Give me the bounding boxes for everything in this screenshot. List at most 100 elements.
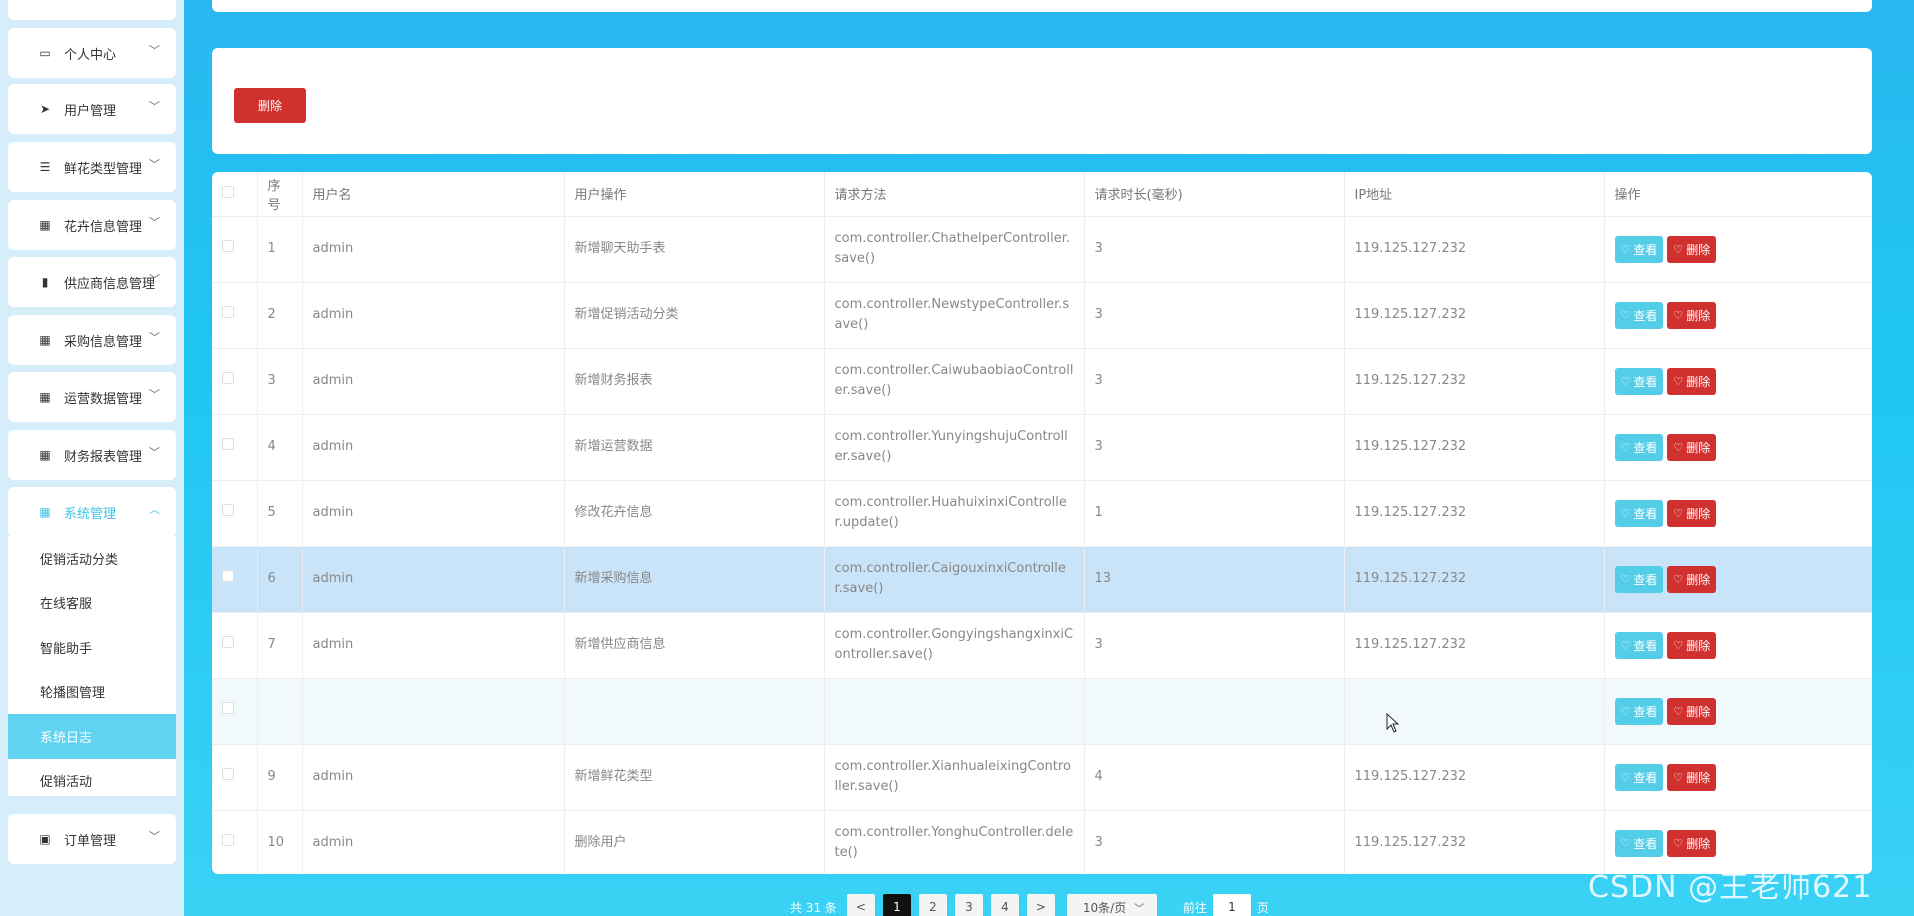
view-button[interactable]: ♡ 查看 (1614, 829, 1664, 857)
view-button[interactable]: ♡ 查看 (1614, 763, 1664, 791)
select-all-cell[interactable] (212, 172, 258, 217)
view-button[interactable]: ♡ 查看 (1614, 367, 1664, 395)
table-row[interactable]: 1 admin 新增聊天助手表 com.controller.ChathelperCo… (212, 216, 1872, 283)
page-button-1[interactable]: 1 (882, 894, 911, 916)
row-checkbox[interactable] (222, 372, 234, 384)
menu-item-system-management[interactable]: ▦ 系统管理 ︿ (8, 487, 176, 537)
cell-no: 3 (257, 348, 303, 415)
menu-item-order-management[interactable]: ▣ 订单管理 ﹀ (8, 814, 176, 864)
row-select-cell[interactable] (212, 348, 258, 415)
table-row[interactable]: 3 admin 新增财务报表 com.controller.CaiwubaobiaoC… (212, 348, 1872, 415)
row-select-cell[interactable] (212, 546, 258, 613)
heart-icon: ♡ (1620, 309, 1631, 322)
cell-request-time: 13 (1084, 546, 1345, 613)
row-select-cell[interactable] (212, 678, 258, 745)
submenu-item-online-service[interactable]: 在线客服 (8, 581, 176, 626)
row-checkbox[interactable] (222, 438, 234, 450)
pagination-total: 共 31 条 (790, 900, 837, 915)
delete-button[interactable]: ♡ 删除 (1667, 301, 1717, 329)
row-checkbox[interactable] (222, 636, 234, 648)
row-checkbox[interactable] (222, 504, 234, 516)
header-username: 用户名 (302, 172, 565, 217)
submenu-item-system-log[interactable]: 系统日志 (8, 714, 176, 759)
view-button[interactable]: ♡ 查看 (1614, 631, 1664, 659)
delete-button[interactable]: ♡ 删除 (1667, 367, 1717, 395)
cell-ip: 119.125.127.232 (1344, 348, 1605, 415)
menu-item-finance-report-management[interactable]: ▦ 财务报表管理 ﹀ (8, 430, 176, 480)
row-checkbox[interactable] (222, 702, 234, 714)
chevron-down-icon: ﹀ (149, 158, 160, 171)
delete-button[interactable]: ♡ 删除 (1667, 235, 1717, 263)
table-row[interactable]: 4 admin 新增运营数据 com.controller.YunyingshujuC… (212, 414, 1872, 481)
pagination: 共 31 条 < 1 2 3 4 > 10条/页 ﹀ 前往 1 页 (790, 894, 1269, 916)
delete-button[interactable]: ♡ 删除 (1667, 763, 1717, 791)
calendar-icon: ▭ (39, 46, 51, 60)
heart-icon: ♡ (1620, 507, 1631, 520)
next-page-button[interactable]: > (1026, 894, 1055, 916)
batch-delete-button[interactable]: 删除 (234, 88, 306, 123)
view-button[interactable]: ♡ 查看 (1614, 301, 1664, 329)
view-button[interactable]: ♡ 查看 (1614, 565, 1664, 593)
cell-ip: 119.125.127.232 (1344, 810, 1605, 874)
page-button-2[interactable]: 2 (918, 894, 947, 916)
cell-user-operation: 新增运营数据 (564, 414, 825, 481)
submenu-item-carousel-management[interactable]: 轮播图管理 (8, 670, 176, 715)
submenu-item-promotion-category[interactable]: 促销活动分类 (8, 536, 176, 581)
select-all-checkbox[interactable] (222, 185, 234, 198)
row-select-cell[interactable] (212, 480, 258, 547)
table-row[interactable]: 7 admin 新增供应商信息 com.controller.Gongyingshan… (212, 612, 1872, 679)
view-button[interactable]: ♡ 查看 (1614, 697, 1664, 725)
table-row[interactable]: 2 admin 新增促销活动分类 com.controller.NewstypeCon… (212, 282, 1872, 349)
row-select-cell[interactable] (212, 612, 258, 679)
page-size-select[interactable]: 10条/页 ﹀ (1066, 894, 1157, 916)
row-select-cell[interactable] (212, 216, 258, 283)
row-checkbox[interactable] (222, 768, 234, 780)
page-size-value: 10条/页 (1082, 900, 1127, 915)
row-checkbox[interactable] (222, 306, 234, 318)
chevron-down-icon: ﹀ (149, 100, 160, 113)
row-checkbox[interactable] (222, 240, 234, 252)
page-button-3[interactable]: 3 (954, 894, 983, 916)
menu-item-user-management[interactable]: ➤ 用户管理 ﹀ (8, 84, 176, 134)
row-checkbox[interactable] (222, 834, 234, 846)
page-button-4[interactable]: 4 (990, 894, 1019, 916)
menu-item-purchase-info-management[interactable]: ▦ 采购信息管理 ﹀ (8, 315, 176, 365)
menu-item-operation-data-management[interactable]: ▦ 运营数据管理 ﹀ (8, 372, 176, 422)
menu-item-supplier-info-management[interactable]: ▮ 供应商信息管理 ﹀ (8, 257, 176, 307)
view-button[interactable]: ♡ 查看 (1614, 235, 1664, 263)
cell-ip: 119.125.127.232 (1344, 546, 1605, 613)
log-table: 序号 用户名 用户操作 请求方法 请求时长(毫秒) IP地址 操作 1 admin… (212, 172, 1872, 874)
row-select-cell[interactable] (212, 414, 258, 481)
view-button[interactable]: ♡ 查看 (1614, 433, 1664, 461)
delete-button[interactable]: ♡ 删除 (1667, 433, 1717, 461)
submenu-item-smart-assistant[interactable]: 智能助手 (8, 625, 176, 670)
delete-button[interactable]: ♡ 删除 (1667, 631, 1717, 659)
delete-button[interactable]: ♡ 删除 (1667, 565, 1717, 593)
row-select-cell[interactable] (212, 282, 258, 349)
cell-ip: 119.125.127.232 (1344, 216, 1605, 283)
row-select-cell[interactable] (212, 744, 258, 811)
menu-item-home[interactable]: ⌂ (8, 0, 176, 20)
cell-username: admin (302, 744, 565, 811)
table-row[interactable]: 9 admin 新增鲜花类型 com.controller.Xianhualeixin… (212, 744, 1872, 811)
heart-icon: ♡ (1673, 705, 1684, 718)
cell-no: 6 (257, 546, 303, 613)
row-select-cell[interactable] (212, 810, 258, 874)
menu-item-personal-center[interactable]: ▭ 个人中心 ﹀ (8, 28, 176, 78)
view-label: 查看 (1633, 638, 1658, 653)
menu-item-flower-type-management[interactable]: ☰ 鲜花类型管理 ﹀ (8, 142, 176, 192)
delete-button[interactable]: ♡ 删除 (1667, 829, 1717, 857)
prev-page-button[interactable]: < (846, 894, 875, 916)
delete-button[interactable]: ♡ 删除 (1667, 499, 1717, 527)
cell-ip: 119.125.127.232 (1344, 744, 1605, 811)
delete-button[interactable]: ♡ 删除 (1667, 697, 1717, 725)
row-checkbox[interactable] (222, 570, 234, 582)
submenu-item-promotion[interactable]: 促销活动 (8, 759, 176, 804)
table-row[interactable]: 5 admin 修改花卉信息 com.controller.HuahuixinxiCo… (212, 480, 1872, 547)
table-row[interactable]: 6 admin 新增采购信息 com.controller.CaigouxinxiCo… (212, 546, 1872, 613)
menu-item-flower-info-management[interactable]: ▦ 花卉信息管理 ﹀ (8, 200, 176, 250)
view-button[interactable]: ♡ 查看 (1614, 499, 1664, 527)
goto-page-input[interactable]: 1 (1212, 894, 1251, 916)
table-row[interactable]: ♡ 查看 ♡ 删除 (212, 678, 1872, 745)
cell-request-time (1084, 678, 1345, 745)
